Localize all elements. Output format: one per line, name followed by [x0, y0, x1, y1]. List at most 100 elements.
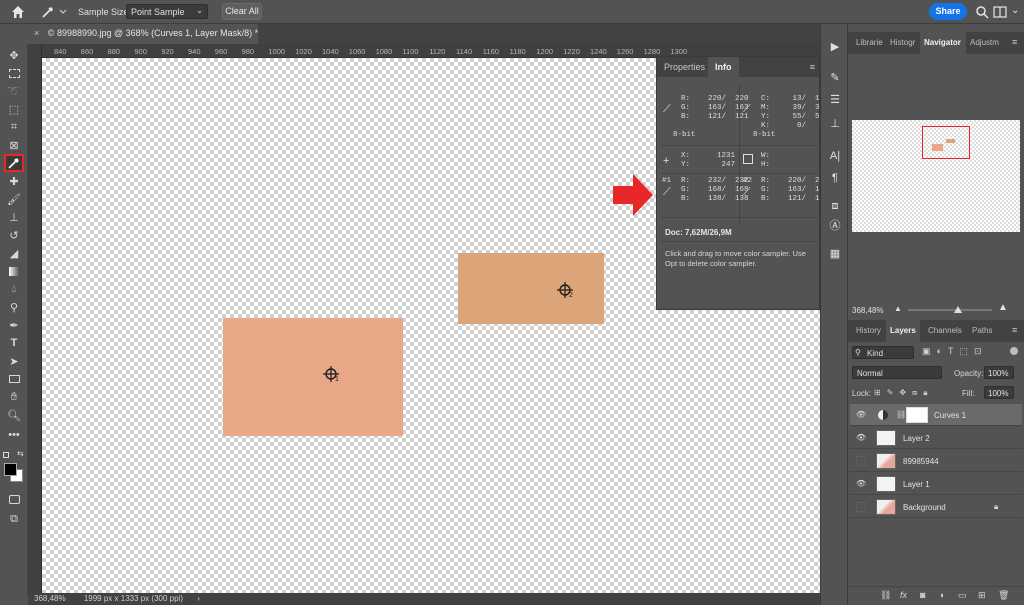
panel-menu-icon[interactable]: ≡	[1012, 325, 1017, 335]
layer-row[interactable]: 👁︎ ⛓︎ Curves 1	[850, 404, 1022, 426]
visibility-toggle-off[interactable]	[856, 502, 866, 512]
new-group-icon[interactable]: ▭	[958, 590, 967, 601]
visibility-eye-icon[interactable]: 👁︎	[856, 410, 866, 420]
tab-info[interactable]: Info	[708, 57, 739, 77]
new-layer-icon[interactable]: ⊞	[978, 590, 986, 601]
tab-history[interactable]: History	[852, 320, 885, 342]
panel-menu-icon[interactable]: ≡	[1012, 37, 1017, 47]
marquee-tool-icon[interactable]	[4, 64, 24, 82]
home-icon[interactable]	[10, 4, 26, 20]
type-tool-icon[interactable]: T	[4, 334, 24, 352]
character-panel-icon[interactable]: A|	[827, 148, 843, 164]
move-tool-icon[interactable]: ✥	[4, 46, 24, 64]
adjustment-layer-add-icon[interactable]: ◐	[940, 590, 945, 600]
visibility-eye-icon[interactable]: 👁︎	[856, 479, 866, 489]
navigator-zoom-slider[interactable]	[908, 306, 992, 313]
selection-size-icon	[743, 154, 753, 164]
clone-stamp-tool-icon[interactable]: ⊥	[4, 208, 24, 226]
navigator-thumbnail[interactable]	[852, 120, 1020, 232]
sample-size-select[interactable]: Point Sample ⌄	[126, 4, 208, 19]
layer-row[interactable]: 89985944	[850, 450, 1022, 472]
clone-source-icon[interactable]: ⊥	[827, 116, 843, 132]
bit-depth-left: 8-bit	[673, 131, 696, 139]
zoom-slider-handle[interactable]	[954, 306, 962, 313]
lock-icons[interactable]: ⊞✎✥⧈🔒︎	[874, 388, 933, 398]
timeline-icon[interactable]: ▦	[827, 246, 843, 262]
zoom-out-icon[interactable]: ▲	[894, 304, 902, 313]
paragraph-panel-icon[interactable]: ¶	[827, 170, 843, 186]
panel-menu-icon[interactable]: ≡	[810, 62, 815, 72]
navigator-zoom-value[interactable]: 368,48%	[852, 306, 884, 315]
tab-channels[interactable]: Channels	[924, 320, 966, 342]
path-selection-tool-icon[interactable]: ➤	[4, 352, 24, 370]
share-button[interactable]: Share	[929, 3, 967, 20]
document-tab[interactable]: × © 89988990.jpg @ 368% (Curves 1, Layer…	[28, 24, 258, 44]
clear-all-button[interactable]: Clear All	[222, 3, 262, 20]
gradient-tool-icon[interactable]	[4, 262, 24, 280]
sampler-2-title: #2	[743, 177, 753, 185]
blur-tool-icon[interactable]: 💧︎	[4, 280, 24, 298]
eraser-tool-icon[interactable]: ◢	[4, 244, 24, 262]
3d-panel-icon[interactable]: ⧈	[827, 198, 843, 214]
blend-mode-select[interactable]: Normal	[852, 366, 942, 379]
tab-libraries[interactable]: Librarie	[852, 32, 886, 54]
tab-properties[interactable]: Properties	[657, 57, 712, 77]
healing-brush-tool-icon[interactable]: ✚	[4, 172, 24, 190]
rectangle-tool-icon[interactable]	[4, 370, 24, 388]
vertical-ruler	[28, 44, 42, 596]
eyedropper-tool-preset-icon[interactable]	[40, 4, 68, 20]
zoom-tool-icon[interactable]: 🔍︎	[4, 406, 24, 424]
layer-mask-thumbnail[interactable]	[906, 407, 928, 423]
glyphs-icon[interactable]: Ⓐ	[827, 218, 843, 234]
lasso-tool-icon[interactable]: ➰	[4, 82, 24, 100]
hand-tool-icon[interactable]: ✋︎	[4, 388, 24, 406]
default-colors-icon[interactable]	[3, 452, 9, 458]
zoom-in-icon[interactable]: ▲	[998, 302, 1008, 313]
tab-paths[interactable]: Paths	[968, 320, 996, 342]
tab-histogram[interactable]: Histogr	[886, 32, 920, 54]
color-sampler-2[interactable]: 2	[556, 281, 576, 301]
opacity-input[interactable]: 100%	[984, 366, 1014, 379]
layer-row[interactable]: 👁︎ Layer 2	[850, 427, 1022, 449]
swap-colors-icon[interactable]: ⇆	[17, 449, 24, 458]
close-tab-icon[interactable]: ×	[34, 28, 39, 38]
filter-toggle[interactable]	[1010, 347, 1018, 355]
eyedropper-tool-icon[interactable]	[4, 154, 24, 172]
layer-row[interactable]: Background 🔒︎	[850, 496, 1022, 518]
search-icon[interactable]	[975, 5, 989, 19]
trash-icon[interactable]: 🗑︎	[998, 590, 1009, 601]
brush-settings-icon[interactable]: ✎	[827, 70, 843, 86]
quick-mask-icon[interactable]	[4, 490, 24, 508]
layer-style-icon[interactable]: fx	[900, 590, 907, 600]
history-brush-tool-icon[interactable]: ↺	[4, 226, 24, 244]
dodge-tool-icon[interactable]: ⚲	[4, 298, 24, 316]
tab-adjustments[interactable]: Adjustm	[966, 32, 1004, 54]
zoom-level[interactable]: 368,48%	[34, 594, 66, 603]
play-actions-icon[interactable]: ▶	[827, 39, 843, 55]
tab-layers[interactable]: Layers	[886, 320, 920, 342]
workspace-icon[interactable]	[993, 5, 1007, 19]
link-icon[interactable]: ⛓︎	[896, 410, 906, 419]
pen-tool-icon[interactable]: ✒︎	[4, 316, 24, 334]
add-mask-icon[interactable]: ◙	[920, 590, 925, 600]
layer-row[interactable]: 👁︎ Layer 1	[850, 473, 1022, 495]
layer-filter-kind-select[interactable]: ⚲ Kind	[852, 346, 914, 359]
more-tools-icon[interactable]: •••	[4, 426, 24, 444]
filter-icons[interactable]: ▣◐T⬚⊡	[922, 346, 987, 357]
nav-view-box[interactable]	[922, 126, 970, 159]
adjustments-sliders-icon[interactable]: ☰	[827, 92, 843, 108]
visibility-eye-icon[interactable]: 👁︎	[856, 433, 866, 443]
crop-tool-icon[interactable]: ⌗	[4, 118, 24, 136]
fill-input[interactable]: 100%	[984, 386, 1014, 399]
brush-tool-icon[interactable]: 🖌︎	[4, 190, 24, 208]
visibility-toggle-off[interactable]	[856, 456, 866, 466]
foreground-color-swatch[interactable]	[4, 463, 17, 476]
screen-mode-icon[interactable]: ⧉	[4, 510, 24, 528]
panel-menu-icon[interactable]: ⌄	[1011, 5, 1021, 19]
object-select-tool-icon[interactable]: ⬚	[4, 100, 24, 118]
status-menu-chevron-icon[interactable]: ›	[197, 594, 200, 603]
link-layers-icon[interactable]: ⛓︎	[880, 590, 891, 601]
frame-tool-icon[interactable]: ⊠	[4, 136, 24, 154]
color-sampler-1[interactable]: 1	[322, 365, 342, 385]
tab-navigator[interactable]: Navigator	[920, 32, 966, 54]
